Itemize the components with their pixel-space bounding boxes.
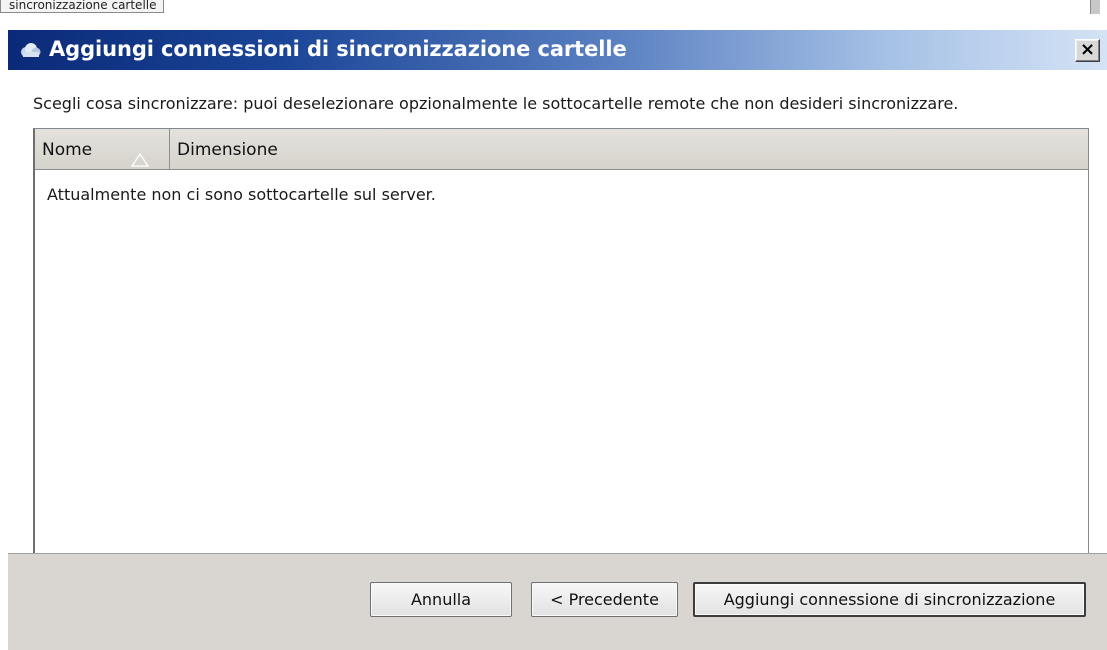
background-scroll-edge <box>1090 0 1100 14</box>
empty-list-message: Attualmente non ci sono sottocartelle su… <box>47 185 436 204</box>
background-tab[interactable]: sincronizzazione cartelle <box>0 0 164 13</box>
column-size-label: Dimensione <box>177 140 278 160</box>
close-button[interactable]: × <box>1075 39 1100 62</box>
dialog-titlebar[interactable]: Aggiungi connessioni di sincronizzazione… <box>8 30 1107 70</box>
add-sync-connection-button[interactable]: Aggiungi connessione di sincronizzazione <box>693 582 1086 617</box>
column-header-size[interactable]: Dimensione <box>170 129 1088 169</box>
folder-list[interactable]: Nome Dimensione Attualmente non ci sono … <box>33 128 1089 605</box>
previous-button[interactable]: < Precedente <box>531 582 678 617</box>
cloud-icon <box>18 40 42 60</box>
background-window-strip: sincronizzazione cartelle <box>0 0 1107 29</box>
dialog-title: Aggiungi connessioni di sincronizzazione… <box>49 37 627 61</box>
background-tab-label: sincronizzazione cartelle <box>9 0 157 12</box>
sort-up-icon <box>130 141 150 167</box>
button-panel: Annulla < Precedente Aggiungi connession… <box>8 553 1107 650</box>
list-header: Nome Dimensione <box>35 129 1088 170</box>
close-icon: × <box>1079 39 1096 60</box>
instruction-text: Scegli cosa sincronizzare: puoi deselezi… <box>33 94 959 113</box>
dialog-body: Scegli cosa sincronizzare: puoi deselezi… <box>8 70 1107 650</box>
column-header-name[interactable]: Nome <box>35 129 170 169</box>
cancel-button[interactable]: Annulla <box>370 582 512 617</box>
column-name-label: Nome <box>42 140 93 160</box>
